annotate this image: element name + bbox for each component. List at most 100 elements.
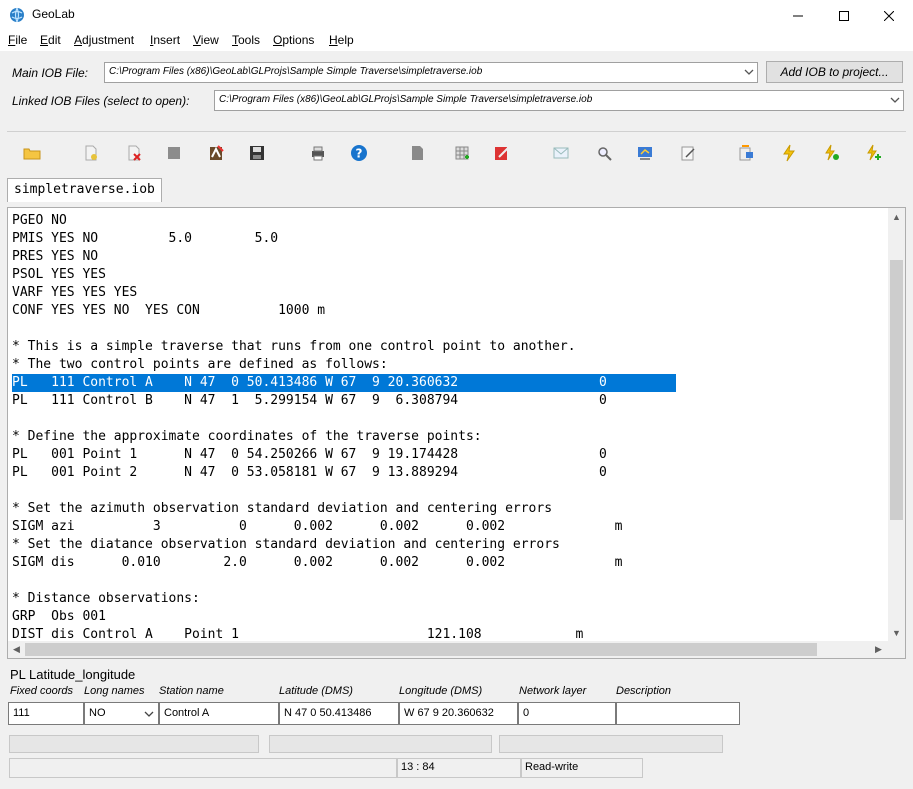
editor-line[interactable]: VARF YES YES YES bbox=[12, 284, 137, 302]
stop-icon[interactable] bbox=[165, 144, 183, 162]
menu-tools[interactable]: Tools bbox=[232, 33, 260, 47]
editor-line[interactable]: PL 001 Point 2 N 47 0 53.058181 W 67 9 1… bbox=[12, 464, 607, 482]
latitude-value: N 47 0 50.413486 bbox=[284, 707, 372, 719]
long-names-header: Long names bbox=[84, 685, 145, 697]
editor-line-selected[interactable]: PL 111 Control A N 47 0 50.413486 W 67 9… bbox=[12, 374, 676, 392]
editor-line[interactable]: PRES YES NO bbox=[12, 248, 98, 266]
editor-line[interactable]: * The two control points are defined as … bbox=[12, 356, 388, 374]
menu-bar: File Edit Adjustment Insert View Tools Options… bbox=[0, 31, 913, 51]
editor-line[interactable]: * Set the diatance observation standard … bbox=[12, 536, 560, 554]
editor-line[interactable]: DIST dis Control A Point 1 121.108 m bbox=[12, 626, 583, 644]
add-iob-button[interactable]: Add IOB to project... bbox=[766, 61, 903, 83]
linked-iob-select[interactable]: C:\Program Files (x86)\GeoLab\GLProjs\Sa… bbox=[214, 90, 904, 111]
horizontal-scroll-thumb[interactable] bbox=[25, 643, 817, 656]
station-name-value: Control A bbox=[164, 707, 210, 719]
window-title: GeoLab bbox=[32, 7, 75, 21]
longitude-field[interactable]: W 67 9 20.360632 bbox=[399, 702, 518, 725]
long-names-field[interactable]: NO bbox=[84, 702, 159, 725]
run-icon[interactable] bbox=[822, 144, 840, 162]
maximize-button[interactable] bbox=[821, 0, 867, 31]
notes-icon[interactable] bbox=[679, 144, 697, 162]
fixed-coords-field[interactable]: 111 bbox=[8, 702, 84, 725]
status-cell-empty bbox=[9, 758, 397, 778]
add-run-icon[interactable] bbox=[864, 144, 882, 162]
help-icon[interactable]: ? bbox=[350, 144, 368, 162]
mail-icon[interactable] bbox=[552, 144, 570, 162]
editor-line[interactable]: CONF YES YES NO YES CON 1000 m bbox=[12, 302, 325, 320]
station-name-header: Station name bbox=[159, 685, 224, 697]
description-field[interactable] bbox=[616, 702, 740, 725]
network-layer-value: 0 bbox=[523, 707, 530, 719]
delete-file-icon[interactable] bbox=[125, 144, 143, 162]
close-icon bbox=[884, 10, 894, 21]
main-iob-select[interactable]: C:\Program Files (x86)\GeoLab\GLProjs\Sa… bbox=[104, 62, 758, 83]
print-icon[interactable] bbox=[309, 144, 327, 162]
menu-edit[interactable]: Edit bbox=[40, 33, 61, 47]
editor-line[interactable]: * This is a simple traverse that runs fr… bbox=[12, 338, 576, 356]
toolbar: ? bbox=[7, 131, 906, 173]
editor-line[interactable]: PMIS YES NO 5.0 5.0 bbox=[12, 230, 278, 248]
export-icon[interactable] bbox=[737, 144, 755, 162]
svg-text:?: ? bbox=[356, 147, 363, 161]
menu-adjustment[interactable]: Adjustment bbox=[74, 33, 134, 47]
new-file-icon[interactable] bbox=[82, 144, 100, 162]
vertical-scrollbar[interactable]: ▲ ▼ bbox=[888, 208, 905, 641]
tab-simpletraverse[interactable]: simpletraverse.iob bbox=[7, 178, 162, 202]
vertical-scroll-thumb[interactable] bbox=[890, 260, 903, 520]
network-icon[interactable] bbox=[636, 144, 654, 162]
editor-line[interactable]: PL 111 Control B N 47 1 5.299154 W 67 9 … bbox=[12, 392, 607, 410]
menu-view[interactable]: View bbox=[193, 33, 219, 47]
editor-line[interactable]: * Set the azimuth observation standard d… bbox=[12, 500, 552, 518]
iob-editor[interactable]: ▲ ▼ ◀ ▶ PGEO NO PMIS YES NO 5.0 5.0 PRES Y… bbox=[7, 207, 906, 659]
open-folder-icon[interactable] bbox=[23, 144, 41, 162]
geolab-app-icon bbox=[10, 7, 24, 23]
editor-line[interactable]: PGEO NO bbox=[12, 212, 67, 230]
lightning-icon[interactable] bbox=[780, 144, 798, 162]
editor-line[interactable]: * Define the approximate coordinates of … bbox=[12, 428, 482, 446]
maximize-icon bbox=[839, 10, 849, 21]
editor-line[interactable]: SIGM azi 3 0 0.002 0.002 0.002 m bbox=[12, 518, 622, 536]
long-names-value: NO bbox=[89, 707, 106, 719]
fixed-coords-header: Fixed coords bbox=[10, 685, 73, 697]
menu-insert[interactable]: Insert bbox=[150, 33, 180, 47]
find-icon[interactable] bbox=[595, 144, 613, 162]
save-icon[interactable] bbox=[248, 144, 266, 162]
status-panel-2 bbox=[269, 735, 492, 753]
longitude-value: W 67 9 20.360632 bbox=[404, 707, 494, 719]
chevron-down-icon[interactable] bbox=[143, 708, 155, 720]
scroll-right-icon[interactable]: ▶ bbox=[870, 641, 887, 658]
network-layer-field[interactable]: 0 bbox=[518, 702, 616, 725]
menu-options[interactable]: Options bbox=[273, 33, 314, 47]
edit-report-icon[interactable] bbox=[493, 144, 511, 162]
chevron-down-icon bbox=[744, 69, 754, 75]
latitude-field[interactable]: N 47 0 50.413486 bbox=[279, 702, 399, 725]
editor-line[interactable]: GRP Obs 001 bbox=[12, 608, 106, 626]
editor-line[interactable]: * Distance observations: bbox=[12, 590, 200, 608]
menu-file[interactable]: File bbox=[8, 33, 27, 47]
menu-help[interactable]: Help bbox=[329, 33, 354, 47]
scroll-down-icon[interactable]: ▼ bbox=[888, 624, 905, 641]
editor-line[interactable]: PL 001 Point 1 N 47 0 54.250266 W 67 9 1… bbox=[12, 446, 607, 464]
copy-icon[interactable] bbox=[408, 144, 426, 162]
scroll-up-icon[interactable]: ▲ bbox=[888, 208, 905, 225]
status-panel-1 bbox=[9, 735, 259, 753]
station-name-field[interactable]: Control A bbox=[159, 702, 279, 725]
minimize-button[interactable] bbox=[775, 0, 821, 31]
chevron-down-icon bbox=[890, 97, 900, 103]
status-panel-3 bbox=[499, 735, 723, 753]
linked-iob-value: C:\Program Files (x86)\GeoLab\GLProjs\Sa… bbox=[219, 94, 593, 105]
linked-iob-label: Linked IOB Files (select to open): bbox=[12, 94, 190, 108]
record-title: PL Latitude_longitude bbox=[10, 667, 136, 682]
minimize-icon bbox=[793, 15, 803, 16]
editor-line[interactable]: SIGM dis 0.010 2.0 0.002 0.002 0.002 m bbox=[12, 554, 622, 572]
description-header: Description bbox=[616, 685, 672, 697]
grid-icon[interactable] bbox=[453, 144, 471, 162]
close-button[interactable] bbox=[866, 0, 912, 31]
adjust-icon[interactable] bbox=[207, 144, 225, 162]
editor-line[interactable]: PSOL YES YES bbox=[12, 266, 106, 284]
latitude-header: Latitude (DMS) bbox=[279, 685, 353, 697]
title-bar: GeoLab bbox=[0, 0, 913, 31]
cursor-position: 13 : 84 bbox=[397, 758, 521, 778]
fixed-coords-value: 111 bbox=[13, 707, 30, 719]
longitude-header: Longitude (DMS) bbox=[399, 685, 483, 697]
